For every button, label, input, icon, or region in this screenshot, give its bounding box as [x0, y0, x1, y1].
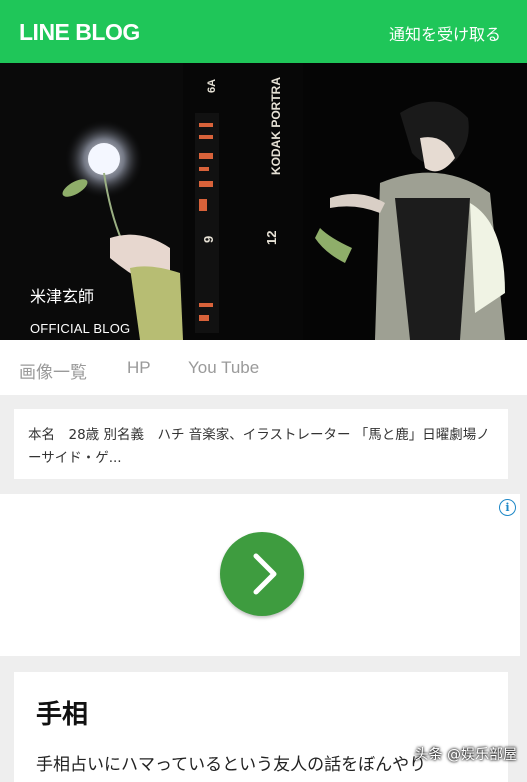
hero-banner: 6A KODAK PORTRA 12 9 米津玄師 OFFICIAL BLOG: [0, 63, 527, 340]
ad-info-icon[interactable]: i: [499, 499, 516, 516]
ad-banner[interactable]: i: [0, 494, 520, 656]
svg-text:6A: 6A: [206, 79, 218, 93]
chevron-right-icon: [253, 553, 277, 595]
ad-next-button[interactable]: [220, 532, 304, 616]
article-title[interactable]: 手相: [36, 694, 88, 731]
blog-nav: 画像一覧 HP You Tube: [0, 340, 527, 395]
blog-subtitle: OFFICIAL BLOG: [30, 321, 131, 336]
top-bar: LINE BLOG 通知を受け取る: [0, 0, 527, 63]
watermark: 头条 @娱乐部屋: [414, 747, 517, 763]
line-blog-logo[interactable]: LINE BLOG: [19, 19, 140, 46]
profile-text: 本名 28歳 別名義 ハチ 音楽家、イラストレーター 「馬と鹿」日曜劇場ノーサイ…: [28, 427, 490, 466]
hero-text: 米津玄師 OFFICIAL BLOG: [30, 283, 130, 336]
notify-button[interactable]: 通知を受け取る: [389, 21, 501, 45]
svg-text:12: 12: [264, 231, 279, 245]
blog-owner-name: 米津玄師: [30, 287, 95, 306]
svg-text:9: 9: [201, 236, 216, 243]
svg-text:KODAK PORTRA: KODAK PORTRA: [269, 77, 283, 175]
article-card[interactable]: 手相 手相占いにハマっているという友人の話をぼんやり: [14, 672, 508, 782]
profile-card[interactable]: 本名 28歳 別名義 ハチ 音楽家、イラストレーター 「馬と鹿」日曜劇場ノーサイ…: [14, 409, 508, 479]
tab-hp[interactable]: HP: [127, 358, 151, 378]
tab-youtube[interactable]: You Tube: [188, 358, 259, 378]
tab-image-list[interactable]: 画像一覧: [19, 358, 87, 383]
